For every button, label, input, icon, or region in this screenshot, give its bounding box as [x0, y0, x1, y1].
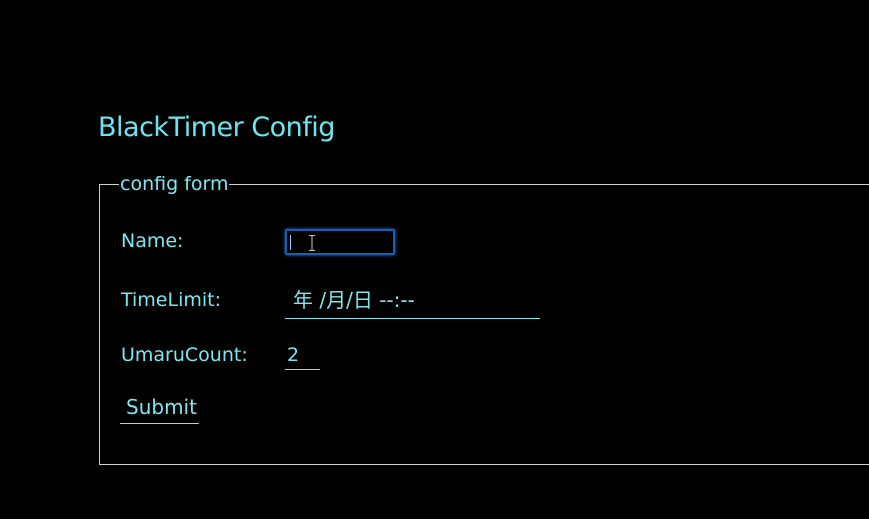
submit-label: Submit [126, 395, 197, 419]
form-legend: config form [119, 171, 230, 197]
umaru-count-label: UmaruCount: [121, 344, 248, 366]
page-title: BlackTimer Config [98, 112, 335, 143]
time-limit-input[interactable]: 年 /月/日 --:-- [285, 285, 540, 319]
submit-button[interactable]: Submit [120, 392, 199, 424]
time-limit-label: TimeLimit: [121, 289, 222, 311]
umaru-count-value: 2 [287, 344, 300, 366]
name-label: Name: [121, 230, 184, 252]
text-caret [290, 235, 291, 250]
umaru-count-input[interactable]: 2 [285, 341, 320, 370]
time-limit-placeholder: 年 /月/日 --:-- [293, 288, 415, 312]
name-input[interactable] [285, 229, 395, 255]
text-cursor-icon [309, 235, 315, 251]
config-form [99, 184, 869, 465]
